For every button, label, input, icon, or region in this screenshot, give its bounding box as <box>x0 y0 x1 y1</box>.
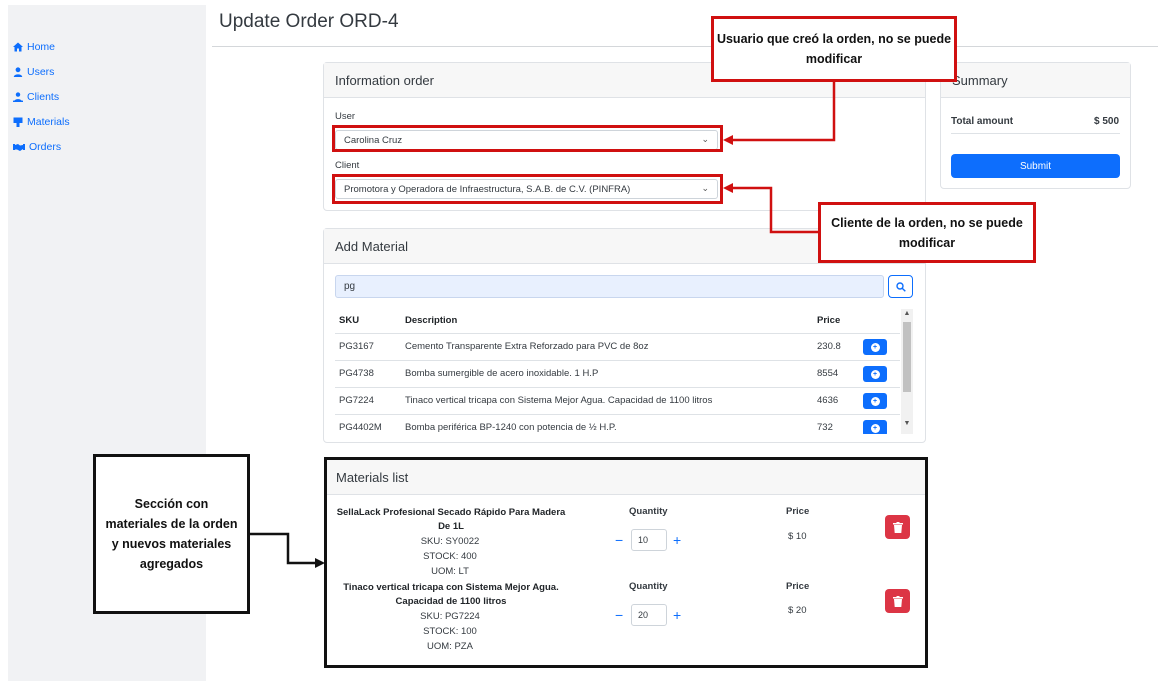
trash-icon <box>892 595 903 607</box>
price-cell: 4636 <box>817 395 839 406</box>
material-name: SellaLack Profesional Secado Rápido Para… <box>330 506 572 534</box>
price-label: Price <box>786 506 810 517</box>
divider <box>335 333 900 334</box>
description-cell: Tinaco vertical tricapa con Sistema Mejo… <box>405 395 713 406</box>
sku-cell: PG4738 <box>339 368 374 379</box>
divider <box>212 46 1158 47</box>
sku-column-header: SKU <box>339 315 360 326</box>
sidebar-item-users[interactable]: Users <box>13 66 54 78</box>
increment-button[interactable]: + <box>673 532 681 548</box>
box-icon <box>13 117 23 127</box>
user-annotation-callout: Usuario que creó la orden, no se puede m… <box>711 16 957 82</box>
sidebar-item-label: Users <box>27 66 55 78</box>
divider <box>951 133 1120 134</box>
material-price: $ 10 <box>788 531 807 542</box>
plus-circle-icon: + <box>870 396 880 406</box>
quantity-input[interactable]: 10 <box>631 529 667 551</box>
sidebar-item-label: Home <box>27 41 56 53</box>
summary-header: Summary <box>941 63 1130 98</box>
materials-list-header: Materials list <box>327 460 925 495</box>
material-uom: UOM: LT <box>431 566 469 577</box>
table-row: PG4402M Bomba periférica BP-1240 con pot… <box>335 415 900 434</box>
search-input-value: pg <box>344 281 356 292</box>
divider <box>335 360 900 361</box>
plus-circle-icon: + <box>870 342 880 352</box>
description-cell: Cemento Transparente Extra Reforzado par… <box>405 341 649 352</box>
user-icon <box>13 67 23 77</box>
user-label: User <box>335 111 356 122</box>
search-input[interactable]: pg <box>335 275 884 298</box>
total-amount-value: $ 500 <box>1094 116 1120 127</box>
material-name-line: Tinaco vertical tricapa con Sistema Mejo… <box>343 582 559 593</box>
client-annotation-callout: Cliente de la orden, no se puede modific… <box>818 202 1036 263</box>
material-name-line: De 1L <box>438 521 464 532</box>
scrollbar-thumb[interactable] <box>903 322 911 392</box>
scroll-up-icon[interactable]: ▲ <box>901 310 913 317</box>
add-material-button[interactable]: + <box>863 366 887 382</box>
client-label: Client <box>335 160 360 171</box>
page-title: Update Order ORD-4 <box>219 11 399 32</box>
submit-button[interactable]: Submit <box>951 154 1120 178</box>
materials-annotation-callout: Sección con materiales de la orden y nue… <box>93 454 250 614</box>
decrement-button[interactable]: − <box>615 532 623 548</box>
sku-cell: PG7224 <box>339 395 374 406</box>
description-cell: Bomba sumergible de acero inoxidable. 1 … <box>405 368 599 379</box>
quantity-label: Quantity <box>629 506 668 517</box>
materials-arrow <box>250 532 316 565</box>
delete-button[interactable] <box>885 589 910 613</box>
search-icon <box>895 281 906 292</box>
decrement-button[interactable]: − <box>615 607 623 623</box>
increment-button[interactable]: + <box>673 607 681 623</box>
price-cell: 8554 <box>817 368 839 379</box>
materials-annotation-text: Sección con materiales de la orden y nue… <box>105 497 238 571</box>
client-annotation-text: Cliente de la orden, no se puede modific… <box>831 215 1023 250</box>
sidebar-item-label: Orders <box>29 141 62 153</box>
add-material-button[interactable]: + <box>863 393 887 409</box>
material-stock: STOCK: 400 <box>423 551 477 562</box>
home-icon <box>13 42 23 52</box>
material-sku: SKU: SY0022 <box>420 536 480 547</box>
sidebar-item-materials[interactable]: Materials <box>13 116 70 128</box>
user-annotation-text: Usuario que creó la orden, no se puede m… <box>716 32 952 66</box>
sidebar-item-clients[interactable]: Clients <box>13 91 59 103</box>
user-highlight-box <box>332 125 723 152</box>
quantity-label: Quantity <box>629 581 668 592</box>
sidebar-item-orders[interactable]: Orders <box>13 141 61 153</box>
description-column-header: Description <box>405 315 458 326</box>
sidebar-item-home[interactable]: Home <box>13 41 55 53</box>
sku-cell: PG3167 <box>339 341 374 352</box>
material-name: Tinaco vertical tricapa con Sistema Mejo… <box>330 581 572 609</box>
quantity-input[interactable]: 20 <box>631 604 667 626</box>
plus-circle-icon: + <box>870 423 880 433</box>
search-button[interactable] <box>888 275 913 298</box>
divider <box>335 387 900 388</box>
client-highlight-box <box>332 174 723 204</box>
material-name-line: SellaLack Profesional Secado Rápido Para… <box>336 507 566 518</box>
sidebar-item-label: Materials <box>27 116 70 128</box>
price-column-header: Price <box>817 315 841 326</box>
description-cell: Bomba periférica BP-1240 con potencia de… <box>405 422 617 433</box>
price-label: Price <box>786 581 810 592</box>
material-details: SKU: SY0022 STOCK: 400 UOM: LT <box>390 534 510 579</box>
material-stock: STOCK: 100 <box>423 626 477 637</box>
trash-icon <box>892 521 903 533</box>
material-details: SKU: PG7224 STOCK: 100 UOM: PZA <box>390 609 510 654</box>
scroll-down-icon[interactable]: ▼ <box>901 420 913 427</box>
total-amount-label: Total amount <box>951 116 1014 127</box>
table-scrollbar[interactable]: ▲ ▼ <box>901 309 913 434</box>
users-icon <box>13 92 23 102</box>
price-cell: 230.8 <box>817 341 841 352</box>
plus-circle-icon: + <box>870 369 880 379</box>
sku-cell: PG4402M <box>339 422 382 433</box>
price-cell: 732 <box>817 422 833 433</box>
material-name-line: Capacidad de 1100 litros <box>395 596 507 607</box>
handshake-icon <box>13 144 25 151</box>
material-price: $ 20 <box>788 605 807 616</box>
add-material-button[interactable]: + <box>863 420 887 434</box>
add-material-button[interactable]: + <box>863 339 887 355</box>
material-uom: UOM: PZA <box>427 641 473 652</box>
sidebar-item-label: Clients <box>27 91 60 103</box>
delete-button[interactable] <box>885 515 910 539</box>
material-sku: SKU: PG7224 <box>420 611 480 622</box>
